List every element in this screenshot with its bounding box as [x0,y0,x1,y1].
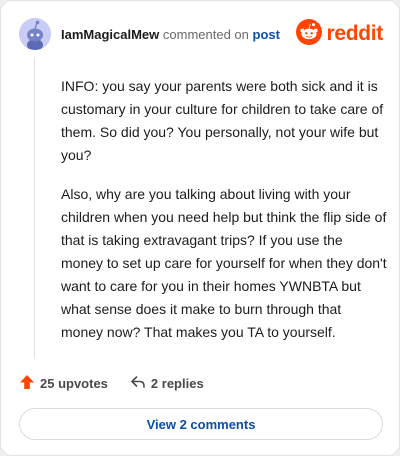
comment-paragraph: Also, why are you talking about living w… [61,186,387,340]
upvote-arrow-icon [19,374,35,393]
reply-arrow-icon [130,374,146,393]
reddit-snoo-icon [296,18,323,50]
username[interactable]: IamMagicalMew [61,27,159,42]
comment-body: INFO: you say your parents were both sic… [61,75,387,360]
action-text: commented on [162,26,249,42]
reddit-logo[interactable]: reddit [296,18,383,50]
comment-meta: IamMagicalMew commented on post [61,27,296,42]
comment-card: IamMagicalMew commented on post reddit I… [0,0,400,456]
upvote-count: 25 upvotes [40,375,108,391]
post-link[interactable]: post [253,27,280,42]
replies-button[interactable]: 2 replies [130,374,204,393]
comment-paragraph: INFO: you say your parents were both sic… [61,78,384,163]
upvote-button[interactable]: 25 upvotes [19,374,108,393]
thread-line[interactable] [34,57,35,359]
reddit-wordmark: reddit [326,22,383,45]
view-comments-button[interactable]: View 2 comments [19,408,383,440]
comment-header: IamMagicalMew commented on post reddit [19,18,383,50]
snoo-avatar-icon[interactable] [19,18,51,50]
reply-count: 2 replies [150,375,204,391]
comment-actions: 25 upvotes 2 replies [19,372,204,394]
